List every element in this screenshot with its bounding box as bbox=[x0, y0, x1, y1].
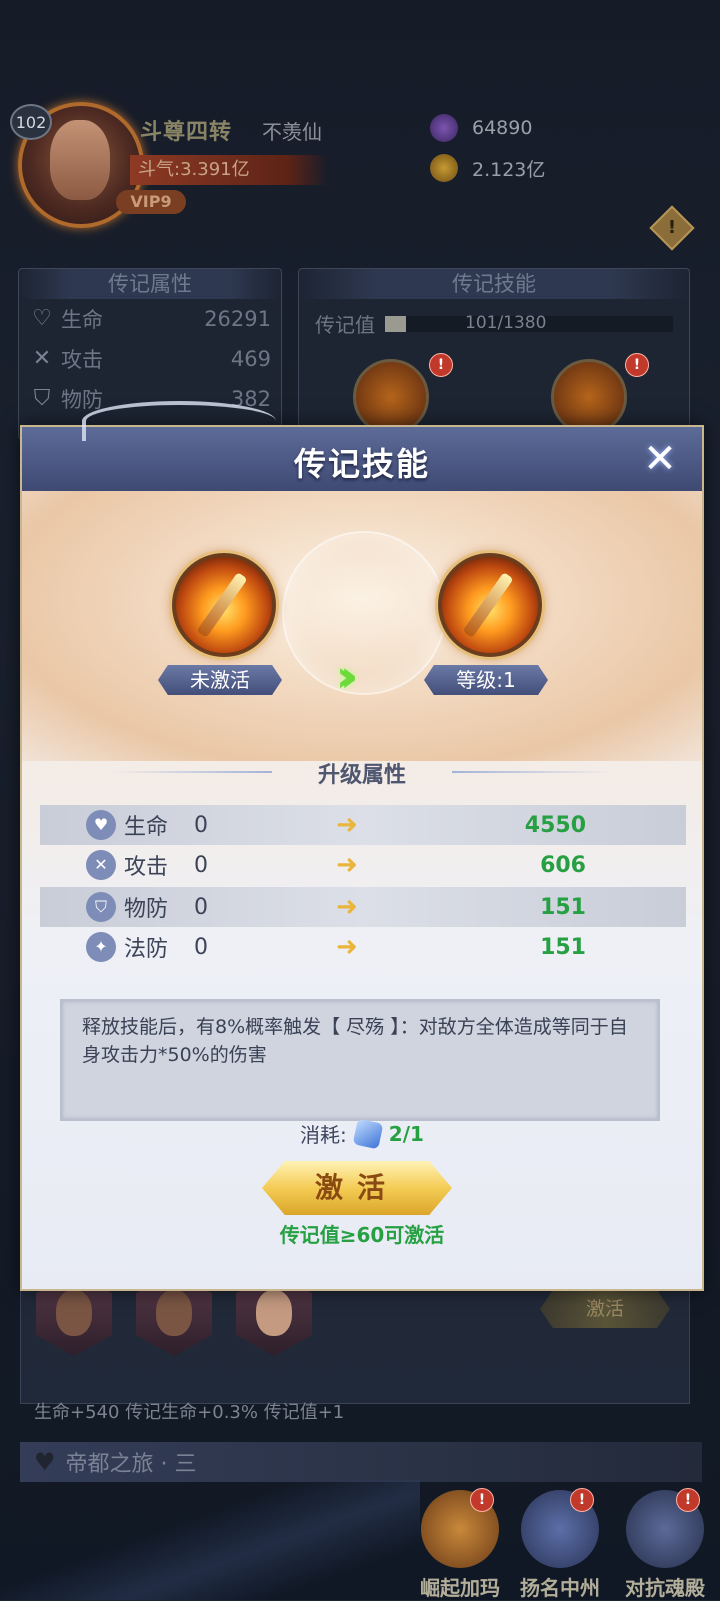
skill-slot-1[interactable] bbox=[353, 359, 429, 435]
close-button[interactable]: ✕ bbox=[638, 437, 682, 481]
progress-bar: 101/1380 bbox=[385, 312, 673, 333]
vip-badge[interactable]: VIP9 bbox=[116, 190, 186, 214]
activation-requirement-hint: 传记值≥60可激活 bbox=[279, 1223, 445, 1247]
skill-status-label: 未激活 bbox=[158, 665, 282, 695]
stat-old-value: 0 bbox=[194, 812, 208, 838]
crystal-item-icon bbox=[352, 1118, 384, 1149]
modal-title: 传记技能 bbox=[293, 445, 430, 483]
shield-icon: ⛉ bbox=[86, 892, 116, 922]
section-divider-right bbox=[452, 771, 612, 773]
flaming-sword-skill-icon-next[interactable] bbox=[438, 553, 542, 657]
decorative-wing bbox=[82, 401, 276, 441]
progress-label: 传记值 bbox=[315, 313, 375, 337]
swords-icon: ✕ bbox=[32, 346, 52, 371]
stat-name: 物防 bbox=[124, 897, 169, 922]
activate-button[interactable]: 激活 bbox=[262, 1161, 452, 1215]
player-name: 不羡仙 bbox=[262, 120, 322, 144]
attr-value: 469 bbox=[230, 347, 271, 371]
attr-row-attack: ✕ 攻击 469 bbox=[19, 339, 281, 379]
player-avatar bbox=[50, 120, 110, 200]
arrow-right-icon: ➜ bbox=[336, 850, 358, 880]
decorative-swoosh bbox=[0, 1480, 420, 1600]
shield-icon: ⛉ bbox=[33, 386, 51, 411]
gold-coin-icon bbox=[430, 154, 458, 182]
notification-badge: ! bbox=[470, 1488, 494, 1512]
nav-famous-zhongzhou[interactable]: 扬名中州 bbox=[510, 1490, 610, 1601]
stat-name: 法防 bbox=[124, 937, 169, 962]
biography-attributes-title: 传记属性 bbox=[19, 269, 281, 299]
biography-progress: 传记值 101/1380 bbox=[299, 299, 689, 348]
heart-icon: ♡ bbox=[32, 306, 52, 331]
stat-row-magic-defense: ✦ 法防 0 ➜ 151 bbox=[40, 927, 686, 967]
gold-amount: 2.123亿 bbox=[472, 158, 546, 181]
upgrade-attributes-title: 升级属性 bbox=[317, 763, 406, 788]
journey-chapter-bar[interactable]: ♥ 帝都之旅 · 三 bbox=[20, 1442, 702, 1482]
player-power: 斗气:3.391亿 bbox=[130, 155, 328, 185]
notification-badge: ! bbox=[676, 1488, 700, 1512]
biography-skills-title: 传记技能 bbox=[299, 269, 689, 299]
stat-name: 生命 bbox=[124, 815, 169, 840]
stat-old-value: 0 bbox=[194, 894, 208, 920]
swords-icon: ✕ bbox=[86, 850, 116, 880]
skill-description: 释放技能后，有8%概率触发【 尽殇 】：对敌方全体造成等同于自身攻击力*50%的… bbox=[60, 999, 660, 1121]
stat-row-physical-defense: ⛉ 物防 0 ➜ 151 bbox=[40, 887, 686, 927]
gem-icon bbox=[430, 114, 458, 142]
stat-name: 攻击 bbox=[124, 855, 169, 880]
stat-new-value: 151 bbox=[540, 894, 586, 920]
stat-row-attack: ✕ 攻击 0 ➜ 606 bbox=[40, 845, 686, 885]
stat-new-value: 4550 bbox=[524, 812, 586, 838]
progress-fill bbox=[385, 315, 407, 332]
biography-skills-panel: 传记技能 传记值 101/1380 ! ! bbox=[298, 268, 690, 440]
notification-badge: ! bbox=[625, 353, 649, 377]
stat-row-hp: ♥ 生命 0 ➜ 4550 bbox=[40, 805, 686, 845]
activation-cost: 消耗: 2/1 bbox=[22, 1118, 702, 1149]
nav-label: 扬名中州 bbox=[520, 1576, 600, 1600]
attr-row-hp: ♡ 生命 26291 bbox=[19, 299, 281, 339]
progress-text: 101/1380 bbox=[465, 312, 547, 333]
nav-label: 对抗魂殿 bbox=[625, 1576, 705, 1600]
stat-new-value: 606 bbox=[540, 852, 586, 878]
stat-old-value: 0 bbox=[194, 934, 208, 960]
notification-badge: ! bbox=[429, 353, 453, 377]
cost-label: 消耗: bbox=[300, 1123, 347, 1147]
skill-preview-area: 未激活 ›› 等级:1 bbox=[22, 491, 702, 761]
attr-value: 26291 bbox=[204, 307, 271, 331]
skill-slot-2[interactable] bbox=[551, 359, 627, 435]
attr-label: 攻击 bbox=[61, 348, 103, 372]
arrow-right-icon: ➜ bbox=[336, 932, 358, 962]
gem-amount: 64890 bbox=[472, 117, 533, 139]
nav-label: 崛起加玛 bbox=[420, 1576, 500, 1600]
attr-label: 生命 bbox=[61, 308, 103, 332]
upgrade-arrow-icon: ›› bbox=[336, 651, 359, 702]
heart-icon: ♥ bbox=[86, 810, 116, 840]
cost-value: 2/1 bbox=[388, 1121, 424, 1146]
decorative-ring bbox=[282, 531, 446, 695]
player-rank-title: 斗尊四转 bbox=[140, 120, 233, 145]
nav-rise-jiama[interactable]: 崛起加玛 bbox=[410, 1490, 510, 1601]
notification-badge: ! bbox=[570, 1488, 594, 1512]
player-level-badge: 102 bbox=[10, 104, 52, 140]
gold-currency[interactable]: 2.123亿 bbox=[430, 152, 545, 184]
bottom-nav: 崛起加玛 ! 扬名中州 ! 对抗魂殿 ! bbox=[410, 1488, 720, 1601]
biography-skill-modal: 传记技能 ✕ 未激活 ›› 等级:1 升级属性 ♥ 生命 0 ➜ 4550 ✕ … bbox=[20, 401, 704, 1291]
nav-fight-soul-hall[interactable]: 对抗魂殿 bbox=[615, 1490, 715, 1601]
arrow-right-icon: ➜ bbox=[336, 810, 358, 840]
magic-shield-icon: ✦ bbox=[86, 932, 116, 962]
skill-level-label: 等级:1 bbox=[424, 665, 548, 695]
stat-old-value: 0 bbox=[194, 852, 208, 878]
companion-activate-button[interactable]: 激活 bbox=[540, 1290, 670, 1328]
arrow-right-icon: ➜ bbox=[336, 892, 358, 922]
flaming-sword-skill-icon-current[interactable] bbox=[172, 553, 276, 657]
stat-new-value: 151 bbox=[540, 934, 586, 960]
companion-bonus-text: 生命+540 传记生命+0.3% 传记值+1 bbox=[34, 1402, 345, 1423]
journey-title: 帝都之旅 · 三 bbox=[65, 1452, 197, 1477]
heart-icon: ♥ bbox=[34, 1448, 56, 1476]
gem-currency[interactable]: 64890 bbox=[430, 112, 532, 144]
modal-header: 传记技能 ✕ bbox=[22, 401, 702, 493]
